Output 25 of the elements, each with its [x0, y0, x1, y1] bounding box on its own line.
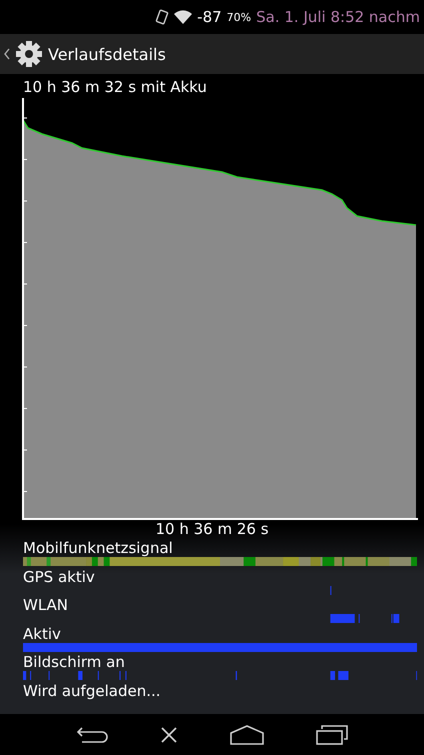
gear-icon[interactable] — [16, 41, 42, 67]
back-icon[interactable] — [76, 726, 108, 744]
activity-segment — [23, 671, 26, 680]
activity-segment — [338, 671, 348, 680]
signal-reading: -87 — [197, 8, 222, 26]
activity-segment — [330, 671, 336, 680]
screen-title: Verlaufsdetails — [48, 44, 166, 64]
row-label: GPS aktiv — [23, 568, 96, 586]
battery-duration-label: 10 h 36 m 32 s mit Akku — [22, 77, 208, 98]
vibrate-icon — [155, 9, 170, 25]
row-label: Aktiv — [23, 626, 62, 642]
activity-segment — [78, 671, 82, 680]
time-axis-label: 10 h 36 m 26 s — [154, 520, 270, 540]
recent-apps-icon[interactable] — [316, 724, 348, 744]
activity-segment — [330, 614, 355, 623]
date-time: Sa. 1. Juli 8:52 nachm — [256, 8, 420, 26]
battery-percent: 70% — [226, 10, 252, 24]
row-label: WLAN — [23, 597, 70, 614]
row-label: Wird aufgeladen... — [23, 682, 162, 700]
row-label: Bildschirm an — [23, 654, 126, 671]
close-icon[interactable] — [160, 726, 178, 744]
back-caret-icon[interactable] — [4, 48, 10, 60]
wifi-icon — [174, 10, 192, 24]
home-icon[interactable] — [230, 724, 264, 744]
row-label: Mobilfunknetzsignal — [23, 540, 174, 557]
